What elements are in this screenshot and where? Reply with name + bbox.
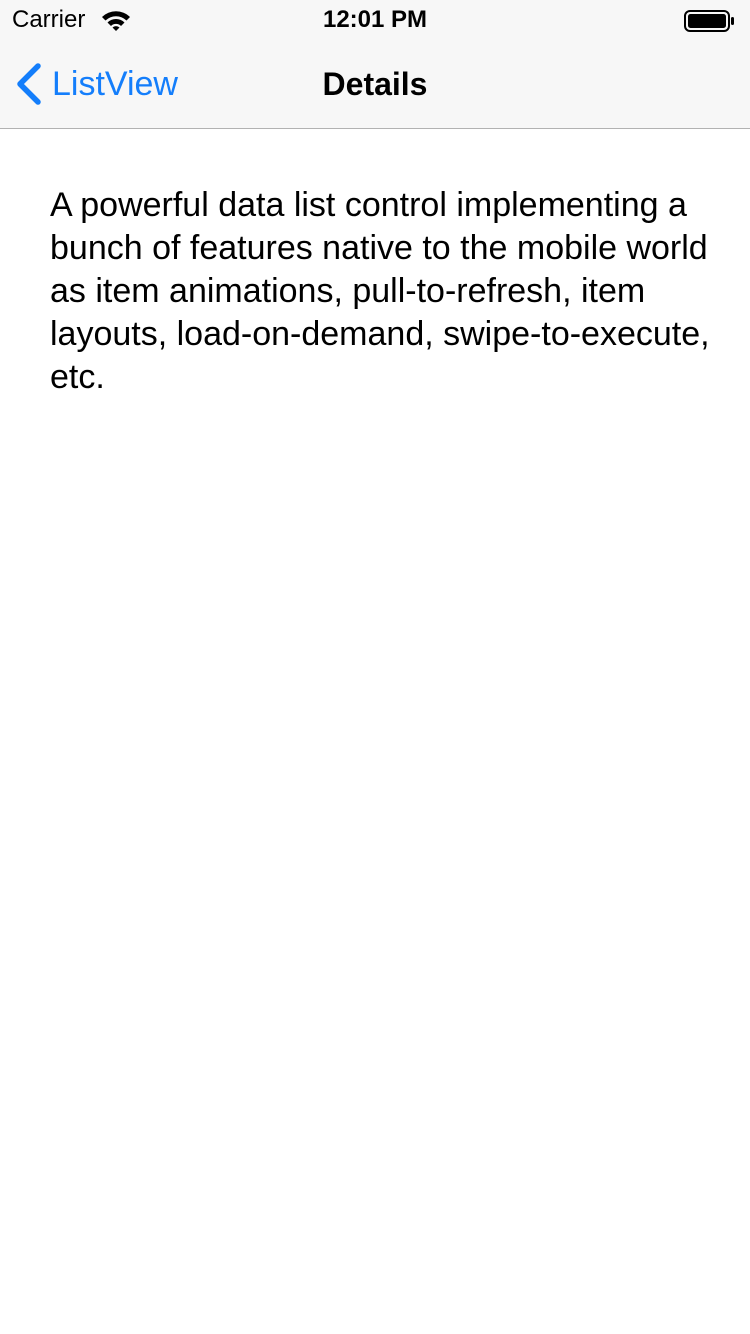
description-text: A powerful data list control implementin… — [50, 186, 710, 396]
navigation-bar: ListView Details — [0, 40, 750, 129]
page-title: Details — [322, 66, 428, 102]
status-time: 12:01 PM — [322, 6, 428, 33]
status-bar: Carrier 12:01 PM — [0, 0, 750, 40]
battery-icon — [684, 10, 734, 32]
